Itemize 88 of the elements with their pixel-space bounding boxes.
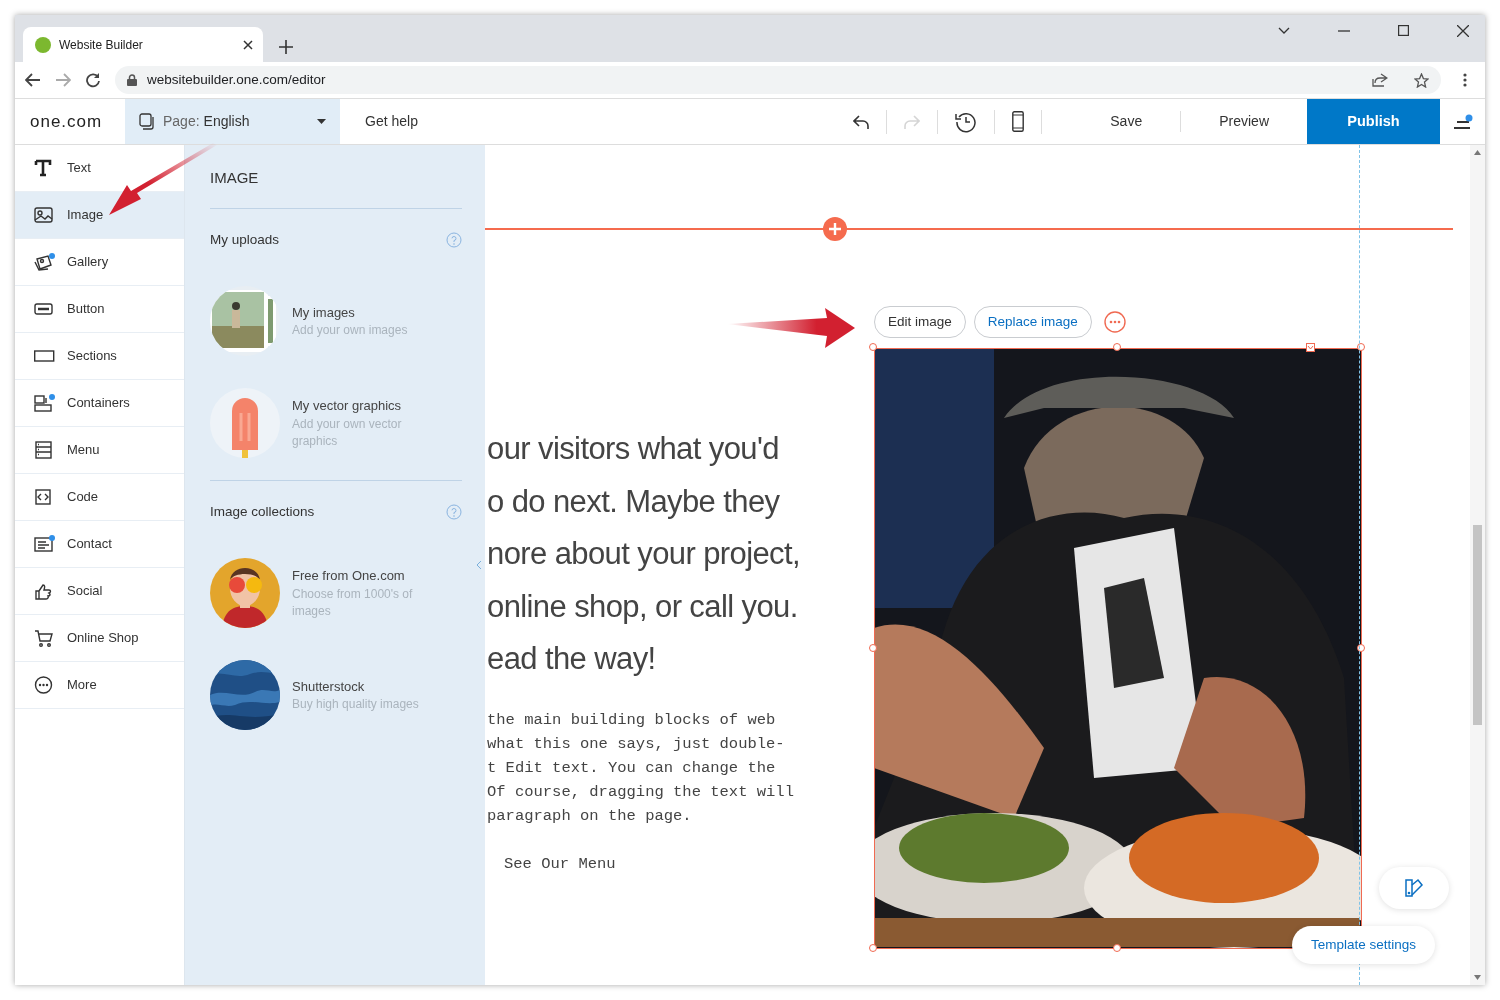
new-tab-icon[interactable] <box>279 40 293 54</box>
kebab-menu-icon[interactable] <box>1463 73 1467 87</box>
more-options-icon[interactable] <box>1103 311 1126 333</box>
sidebar-item[interactable]: Button <box>15 286 184 333</box>
design-button[interactable] <box>1379 867 1449 909</box>
tab-title: Website Builder <box>59 36 144 54</box>
sidebar-item[interactable]: More <box>15 662 184 709</box>
address-bar[interactable]: websitebuilder.one.com/editor <box>115 66 1441 94</box>
reload-icon[interactable] <box>85 72 101 88</box>
minimize-icon[interactable] <box>1338 29 1350 32</box>
sidebar-item[interactable]: Image <box>15 192 184 239</box>
logo[interactable]: one.com <box>30 108 103 135</box>
image-source-option[interactable]: My vector graphics Add your own vector graphics <box>210 387 462 458</box>
scroll-up-icon[interactable] <box>1474 150 1481 155</box>
menu-icon[interactable] <box>1452 113 1473 130</box>
sidebar-item[interactable]: Social <box>15 568 184 615</box>
edit-image-button[interactable]: Edit image <box>874 305 966 339</box>
toolbar-button[interactable]: Preview <box>1181 99 1307 144</box>
resize-handle[interactable] <box>1113 343 1121 351</box>
help-link[interactable]: Get help <box>340 99 443 144</box>
replace-image-button[interactable]: Replace image <box>973 305 1092 339</box>
body-text-line: the main building blocks of web <box>487 709 776 731</box>
image-source-option[interactable]: Shutterstock Buy high quality images <box>210 660 462 730</box>
close-icon[interactable] <box>1457 24 1469 37</box>
more-icon <box>34 676 55 694</box>
resize-handle[interactable] <box>869 643 877 652</box>
rectangle-icon <box>34 347 55 365</box>
body-text-line: t Edit text. You can change the <box>487 757 776 779</box>
back-icon[interactable] <box>25 73 41 87</box>
page-label: Page: <box>163 112 200 131</box>
scroll-down-icon[interactable] <box>1474 975 1481 980</box>
toolbar-button[interactable]: Save <box>1072 99 1181 144</box>
star-icon[interactable] <box>1414 72 1429 88</box>
chevron-down-icon[interactable] <box>1278 26 1290 35</box>
sidebar-item[interactable]: Gallery <box>15 239 184 286</box>
chevron-left-icon <box>476 561 482 569</box>
caret-icon <box>317 119 326 124</box>
dropdown-handle-icon[interactable] <box>1306 343 1315 352</box>
share-icon[interactable] <box>1372 73 1388 87</box>
image-source-option[interactable]: Free from One.com Choose from 1000's of images <box>210 558 462 628</box>
page-name: English <box>203 112 251 131</box>
image-icon <box>34 206 55 224</box>
site-icon <box>35 36 51 53</box>
cart-icon <box>34 629 55 647</box>
resize-handle[interactable] <box>869 343 877 351</box>
sidebar-item[interactable]: Online Shop <box>15 615 184 662</box>
url-text: websitebuilder.one.com/editor <box>147 70 327 89</box>
section-title: Image collections <box>210 502 315 521</box>
pages-icon <box>139 113 155 130</box>
heading-text-line: our visitors what you'd <box>487 430 779 468</box>
menu-link[interactable]: See Our Menu <box>487 851 616 876</box>
sidebar-item[interactable]: Containers <box>15 380 184 427</box>
popsicle-icon <box>210 387 280 458</box>
sidebar-item[interactable]: Contact <box>15 521 184 568</box>
body-text-line: what this one says, just double- <box>487 733 785 755</box>
list-icon <box>34 441 55 459</box>
maximize-icon[interactable] <box>1398 25 1409 36</box>
template-settings-button[interactable]: Template settings <box>1292 926 1436 964</box>
heading-text-line: nore about your project, <box>487 535 801 573</box>
sidebar-item[interactable]: Code <box>15 474 184 521</box>
scrollbar[interactable] <box>1470 145 1485 985</box>
undo-icon[interactable] <box>853 114 870 129</box>
resize-handle[interactable] <box>1113 944 1121 952</box>
resize-handle[interactable] <box>1357 343 1365 351</box>
history-icon[interactable] <box>955 110 978 133</box>
publish-button[interactable]: Publish <box>1307 99 1440 144</box>
body-text-line: Of course, dragging the text will <box>487 781 794 803</box>
heading-text-line: o do next. Maybe they <box>487 482 780 521</box>
image-source-option[interactable]: My images Add your own images <box>210 285 462 356</box>
button-icon <box>34 300 55 318</box>
page-dropdown[interactable]: Page: English <box>125 99 340 144</box>
sidebar-item[interactable]: Text <box>15 145 184 192</box>
resize-handle[interactable] <box>869 944 877 952</box>
close-icon[interactable] <box>243 39 253 50</box>
heading-text-line: online shop, or call you. <box>487 587 798 626</box>
panel-title: IMAGE <box>210 167 462 209</box>
lock-icon <box>127 74 137 86</box>
sidebar-item[interactable]: Sections <box>15 333 184 380</box>
heading-text-line: ead the way! <box>487 640 656 678</box>
sidebar-item[interactable]: Menu <box>15 427 184 474</box>
mobile-icon[interactable] <box>1012 111 1025 132</box>
palette-icon <box>1403 877 1425 899</box>
body-text-line: paragraph on the page. <box>487 805 692 827</box>
browser-tab[interactable]: Website Builder <box>23 27 263 62</box>
section-title: My uploads <box>210 230 280 249</box>
resize-handle[interactable] <box>1357 643 1365 652</box>
scrollbar-thumb[interactable] <box>1473 525 1482 725</box>
add-section-icon[interactable] <box>823 217 847 241</box>
